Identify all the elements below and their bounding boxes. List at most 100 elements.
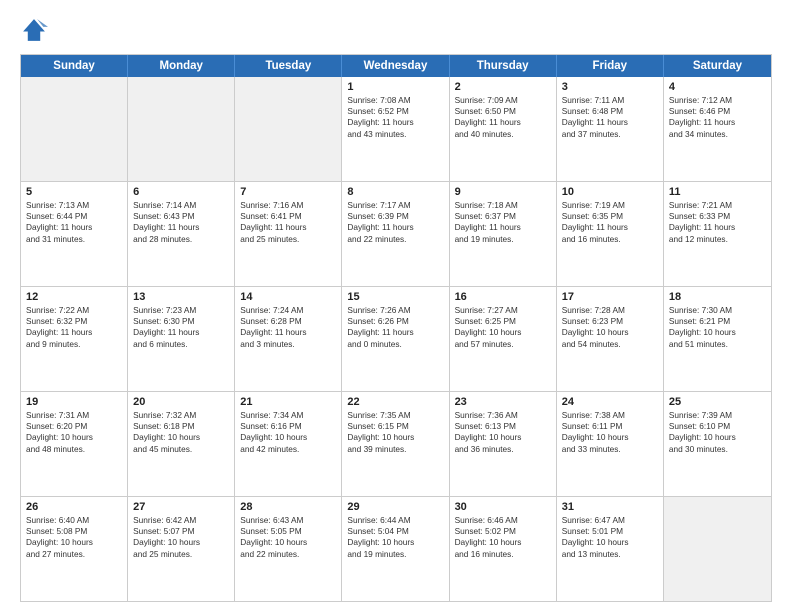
calendar-row-3: 19Sunrise: 7:31 AMSunset: 6:20 PMDayligh… <box>21 392 771 497</box>
day-number: 17 <box>562 291 658 303</box>
cell-info-line: Sunset: 6:13 PM <box>455 421 551 432</box>
calendar-body: 1Sunrise: 7:08 AMSunset: 6:52 PMDaylight… <box>21 77 771 601</box>
header-day-friday: Friday <box>557 55 664 77</box>
calendar-cell-15: 15Sunrise: 7:26 AMSunset: 6:26 PMDayligh… <box>342 287 449 391</box>
logo <box>20 16 52 44</box>
cell-info-line: and 12 minutes. <box>669 234 766 245</box>
cell-info-line: and 39 minutes. <box>347 444 443 455</box>
calendar-cell-3: 3Sunrise: 7:11 AMSunset: 6:48 PMDaylight… <box>557 77 664 181</box>
calendar-row-4: 26Sunrise: 6:40 AMSunset: 5:08 PMDayligh… <box>21 497 771 601</box>
day-number: 7 <box>240 186 336 198</box>
cell-info-line: Sunrise: 6:46 AM <box>455 515 551 526</box>
cell-info-line: Sunset: 6:15 PM <box>347 421 443 432</box>
cell-info-line: and 27 minutes. <box>26 549 122 560</box>
cell-info-line: Daylight: 10 hours <box>455 537 551 548</box>
cell-info-line: and 9 minutes. <box>26 339 122 350</box>
cell-info-line: Sunset: 5:04 PM <box>347 526 443 537</box>
header-day-monday: Monday <box>128 55 235 77</box>
cell-info-line: Sunset: 5:02 PM <box>455 526 551 537</box>
cell-info-line: Daylight: 10 hours <box>133 432 229 443</box>
cell-info-line: and 37 minutes. <box>562 129 658 140</box>
cell-info-line: Sunrise: 7:11 AM <box>562 95 658 106</box>
cell-info-line: and 34 minutes. <box>669 129 766 140</box>
cell-info-line: and 6 minutes. <box>133 339 229 350</box>
calendar-cell-22: 22Sunrise: 7:35 AMSunset: 6:15 PMDayligh… <box>342 392 449 496</box>
calendar: SundayMondayTuesdayWednesdayThursdayFrid… <box>20 54 772 602</box>
cell-info-line: Daylight: 11 hours <box>562 222 658 233</box>
calendar-cell-empty-0-0 <box>21 77 128 181</box>
cell-info-line: Sunset: 6:32 PM <box>26 316 122 327</box>
day-number: 30 <box>455 501 551 513</box>
calendar-cell-25: 25Sunrise: 7:39 AMSunset: 6:10 PMDayligh… <box>664 392 771 496</box>
calendar-cell-18: 18Sunrise: 7:30 AMSunset: 6:21 PMDayligh… <box>664 287 771 391</box>
calendar-cell-27: 27Sunrise: 6:42 AMSunset: 5:07 PMDayligh… <box>128 497 235 601</box>
calendar-cell-4: 4Sunrise: 7:12 AMSunset: 6:46 PMDaylight… <box>664 77 771 181</box>
page: SundayMondayTuesdayWednesdayThursdayFrid… <box>0 0 792 612</box>
calendar-cell-10: 10Sunrise: 7:19 AMSunset: 6:35 PMDayligh… <box>557 182 664 286</box>
cell-info-line: Sunset: 6:26 PM <box>347 316 443 327</box>
cell-info-line: Sunrise: 7:16 AM <box>240 200 336 211</box>
cell-info-line: and 19 minutes. <box>455 234 551 245</box>
calendar-cell-17: 17Sunrise: 7:28 AMSunset: 6:23 PMDayligh… <box>557 287 664 391</box>
cell-info-line: Daylight: 11 hours <box>133 222 229 233</box>
day-number: 23 <box>455 396 551 408</box>
cell-info-line: and 22 minutes. <box>347 234 443 245</box>
cell-info-line: and 43 minutes. <box>347 129 443 140</box>
day-number: 3 <box>562 81 658 93</box>
cell-info-line: Daylight: 10 hours <box>455 432 551 443</box>
day-number: 12 <box>26 291 122 303</box>
cell-info-line: Sunrise: 7:17 AM <box>347 200 443 211</box>
cell-info-line: Sunset: 6:23 PM <box>562 316 658 327</box>
cell-info-line: and 33 minutes. <box>562 444 658 455</box>
day-number: 2 <box>455 81 551 93</box>
cell-info-line: Sunrise: 7:09 AM <box>455 95 551 106</box>
cell-info-line: Sunrise: 6:40 AM <box>26 515 122 526</box>
cell-info-line: Daylight: 11 hours <box>455 117 551 128</box>
cell-info-line: Daylight: 10 hours <box>347 537 443 548</box>
cell-info-line: Sunset: 6:25 PM <box>455 316 551 327</box>
cell-info-line: Daylight: 11 hours <box>562 117 658 128</box>
cell-info-line: Sunset: 6:18 PM <box>133 421 229 432</box>
cell-info-line: Sunset: 6:41 PM <box>240 211 336 222</box>
cell-info-line: Daylight: 10 hours <box>669 327 766 338</box>
day-number: 26 <box>26 501 122 513</box>
cell-info-line: Sunset: 5:07 PM <box>133 526 229 537</box>
cell-info-line: and 0 minutes. <box>347 339 443 350</box>
calendar-cell-21: 21Sunrise: 7:34 AMSunset: 6:16 PMDayligh… <box>235 392 342 496</box>
cell-info-line: and 42 minutes. <box>240 444 336 455</box>
cell-info-line: Sunset: 6:11 PM <box>562 421 658 432</box>
cell-info-line: Sunrise: 7:35 AM <box>347 410 443 421</box>
header <box>20 16 772 44</box>
cell-info-line: Sunset: 6:43 PM <box>133 211 229 222</box>
calendar-cell-23: 23Sunrise: 7:36 AMSunset: 6:13 PMDayligh… <box>450 392 557 496</box>
day-number: 31 <box>562 501 658 513</box>
day-number: 18 <box>669 291 766 303</box>
calendar-cell-8: 8Sunrise: 7:17 AMSunset: 6:39 PMDaylight… <box>342 182 449 286</box>
calendar-cell-empty-0-2 <box>235 77 342 181</box>
calendar-cell-14: 14Sunrise: 7:24 AMSunset: 6:28 PMDayligh… <box>235 287 342 391</box>
calendar-row-0: 1Sunrise: 7:08 AMSunset: 6:52 PMDaylight… <box>21 77 771 182</box>
cell-info-line: and 30 minutes. <box>669 444 766 455</box>
day-number: 19 <box>26 396 122 408</box>
calendar-cell-19: 19Sunrise: 7:31 AMSunset: 6:20 PMDayligh… <box>21 392 128 496</box>
cell-info-line: Sunrise: 7:21 AM <box>669 200 766 211</box>
day-number: 6 <box>133 186 229 198</box>
cell-info-line: Daylight: 10 hours <box>26 537 122 548</box>
cell-info-line: Daylight: 11 hours <box>133 327 229 338</box>
cell-info-line: Sunrise: 7:23 AM <box>133 305 229 316</box>
day-number: 22 <box>347 396 443 408</box>
day-number: 15 <box>347 291 443 303</box>
cell-info-line: Sunrise: 6:47 AM <box>562 515 658 526</box>
cell-info-line: Sunrise: 7:26 AM <box>347 305 443 316</box>
cell-info-line: and 16 minutes. <box>455 549 551 560</box>
calendar-row-1: 5Sunrise: 7:13 AMSunset: 6:44 PMDaylight… <box>21 182 771 287</box>
cell-info-line: Sunrise: 7:13 AM <box>26 200 122 211</box>
header-day-tuesday: Tuesday <box>235 55 342 77</box>
cell-info-line: Daylight: 11 hours <box>455 222 551 233</box>
cell-info-line: and 25 minutes. <box>133 549 229 560</box>
day-number: 10 <box>562 186 658 198</box>
cell-info-line: Sunrise: 7:19 AM <box>562 200 658 211</box>
cell-info-line: Sunrise: 7:27 AM <box>455 305 551 316</box>
cell-info-line: and 3 minutes. <box>240 339 336 350</box>
cell-info-line: Sunset: 6:46 PM <box>669 106 766 117</box>
